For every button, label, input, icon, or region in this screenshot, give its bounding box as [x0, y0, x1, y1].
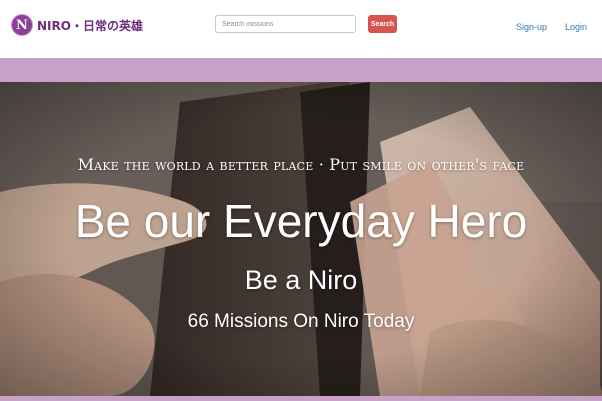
- top-navbar: N NIRO・日常の英雄 Search Sign-up Login: [0, 0, 602, 58]
- hero-banner: Make the world a better place · Put smil…: [0, 82, 602, 396]
- niro-logo-icon: N: [11, 14, 33, 36]
- bottom-accent-band: [0, 396, 602, 401]
- hero-tagline: Make the world a better place · Put smil…: [77, 155, 525, 174]
- login-link[interactable]: Login: [565, 22, 587, 32]
- accent-band: [0, 58, 602, 82]
- hero-subtitle: Be a Niro: [244, 265, 358, 295]
- search-input[interactable]: [215, 15, 356, 33]
- missions-count-text: 66 Missions On Niro Today: [187, 311, 415, 332]
- hero-title: Be our Everyday Hero: [74, 195, 528, 247]
- signup-link[interactable]: Sign-up: [516, 22, 547, 32]
- search-button[interactable]: Search: [368, 15, 397, 33]
- brand-name: NIRO・日常の英雄: [37, 18, 143, 33]
- brand-home-link[interactable]: N NIRO・日常の英雄: [11, 13, 143, 37]
